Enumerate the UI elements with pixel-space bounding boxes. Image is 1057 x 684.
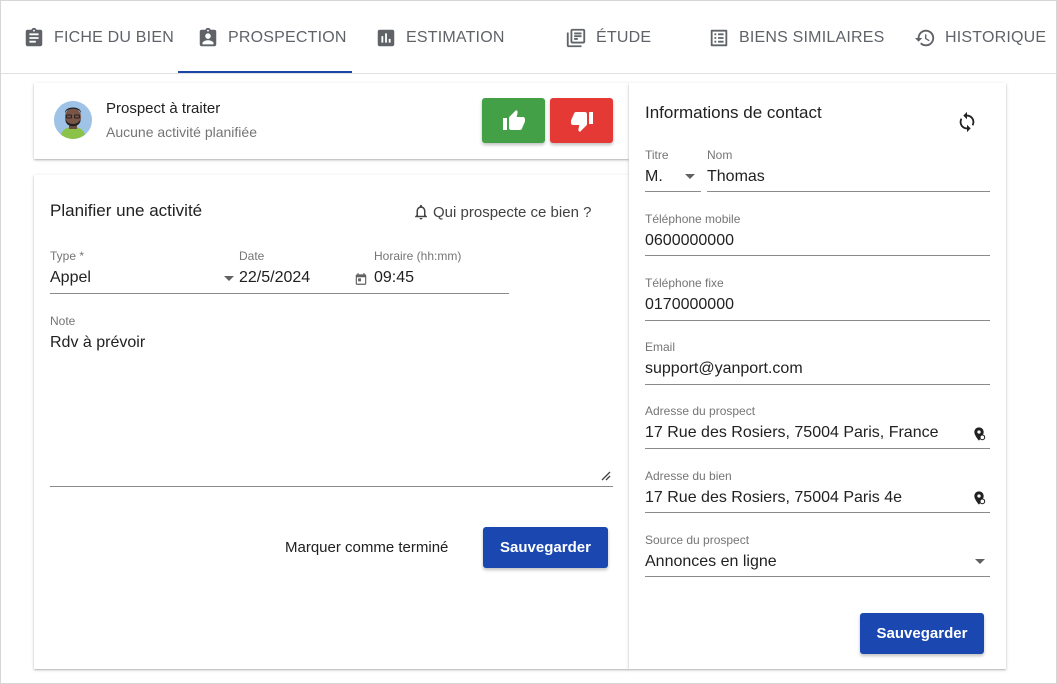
tab-label: ÉTUDE <box>596 28 652 46</box>
bar-chart-icon <box>375 27 397 49</box>
civility-label: Titre <box>645 148 669 162</box>
history-icon <box>914 27 936 49</box>
list-icon <box>708 27 730 49</box>
tab-label: ESTIMATION <box>406 28 505 46</box>
resize-handle-icon[interactable] <box>599 469 611 481</box>
map-search-icon[interactable] <box>971 426 987 442</box>
landline-underline <box>645 320 990 321</box>
map-search-icon[interactable] <box>971 490 987 506</box>
plan-activity-title: Planifier une activité <box>50 201 203 220</box>
property-address-field[interactable]: 17 Rue des Rosiers, 75004 Paris 4e <box>645 489 902 507</box>
note-textarea[interactable]: Rdv à prévoir <box>50 334 145 352</box>
prospect-status-subtitle: Aucune activité planifiée <box>106 124 257 140</box>
tab-fiche-du-bien[interactable]: FICHE DU BIEN <box>23 1 174 74</box>
chevron-down-icon <box>685 174 695 179</box>
save-activity-button[interactable]: Sauvegarder <box>483 527 608 568</box>
tab-historique[interactable]: HISTORIQUE <box>914 1 1046 74</box>
name-underline <box>707 191 990 192</box>
note-label: Note <box>50 314 76 328</box>
save-contact-button[interactable]: Sauvegarder <box>860 613 984 654</box>
property-address-underline <box>645 512 990 513</box>
contact-info-title: Informations de contact <box>645 103 822 122</box>
mark-done-button[interactable]: Marquer comme terminé <box>285 539 448 556</box>
badge-icon <box>197 27 219 49</box>
contact-info-card: Informations de contact Titre M. Nom Tho… <box>629 83 1006 669</box>
plan-activity-card: Planifier une activité Qui prospecte ce … <box>34 175 629 669</box>
civility-underline <box>645 191 701 192</box>
who-prospects-label: Qui prospecte ce bien ? <box>433 203 592 221</box>
thumbs-down-button[interactable] <box>550 98 613 143</box>
tab-estimation[interactable]: ESTIMATION <box>375 1 505 74</box>
type-date-time-underline <box>50 293 509 294</box>
source-underline <box>645 576 990 577</box>
prospect-status-title: Prospect à traiter <box>106 100 221 117</box>
email-label: Email <box>645 340 676 354</box>
tab-bar: FICHE DU BIEN PROSPECTION ESTIMATION ÉTU… <box>1 1 1057 74</box>
landline-label: Téléphone fixe <box>645 276 724 290</box>
calendar-icon[interactable] <box>354 272 368 286</box>
email-underline <box>645 384 990 385</box>
type-select[interactable]: Appel <box>50 269 91 287</box>
prospect-address-label: Adresse du prospect <box>645 404 756 418</box>
property-address-label: Adresse du bien <box>645 469 732 483</box>
mobile-label: Téléphone mobile <box>645 212 741 226</box>
tab-label: PROSPECTION <box>228 28 347 46</box>
time-label: Horaire (hh:mm) <box>374 249 462 263</box>
tab-biens-similaires[interactable]: BIENS SIMILAIRES <box>708 1 884 74</box>
name-field[interactable]: Thomas <box>707 168 765 186</box>
type-label: Type * <box>50 249 85 263</box>
refresh-icon[interactable] <box>956 111 978 133</box>
library-icon <box>565 27 587 49</box>
tab-label: BIENS SIMILAIRES <box>739 28 885 46</box>
bell-icon <box>415 204 427 220</box>
landline-field[interactable]: 0170000000 <box>645 296 734 314</box>
name-label: Nom <box>707 148 733 162</box>
mobile-underline <box>645 255 990 256</box>
tab-prospection[interactable]: PROSPECTION <box>197 1 347 74</box>
avatar <box>54 101 92 139</box>
mobile-field[interactable]: 0600000000 <box>645 232 734 250</box>
thumbs-up-button[interactable] <box>482 98 545 143</box>
prospect-address-field[interactable]: 17 Rue des Rosiers, 75004 Paris, France <box>645 424 938 442</box>
prospect-status-card: Prospect à traiter Aucune activité plani… <box>34 83 629 159</box>
date-field[interactable]: 22/5/2024 <box>239 269 310 287</box>
thumbs-down-icon <box>570 111 593 132</box>
tab-label: HISTORIQUE <box>945 28 1047 46</box>
who-prospects-link[interactable]: Qui prospecte ce bien ? <box>412 203 591 221</box>
time-field[interactable]: 09:45 <box>374 269 414 287</box>
date-label: Date <box>239 249 265 263</box>
prospect-address-underline <box>645 448 990 449</box>
email-field[interactable]: support@yanport.com <box>645 360 803 378</box>
chevron-down-icon <box>224 276 234 281</box>
clipboard-icon <box>23 27 45 49</box>
tab-etude[interactable]: ÉTUDE <box>565 1 651 74</box>
source-label: Source du prospect <box>645 533 750 547</box>
note-underline <box>50 486 613 487</box>
active-tab-indicator <box>178 71 352 73</box>
tab-label: FICHE DU BIEN <box>54 28 174 46</box>
civility-select[interactable]: M. <box>645 168 663 186</box>
app-frame: FICHE DU BIEN PROSPECTION ESTIMATION ÉTU… <box>0 0 1057 684</box>
thumbs-up-icon <box>502 109 525 130</box>
source-select[interactable]: Annonces en ligne <box>645 553 777 571</box>
chevron-down-icon <box>975 559 985 564</box>
